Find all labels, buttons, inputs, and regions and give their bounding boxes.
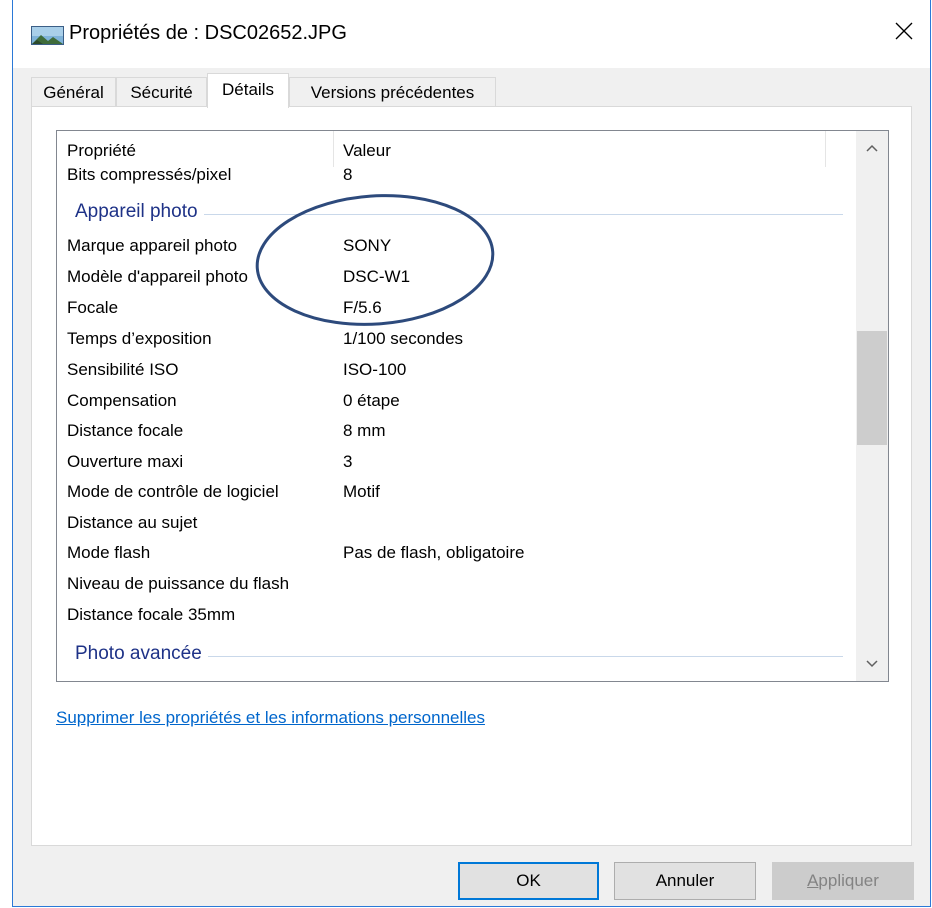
property-name: Distance au sujet (67, 513, 198, 532)
tab-details[interactable]: Détails (207, 73, 289, 108)
property-value: 1/100 secondes (343, 329, 464, 348)
property-value: 8 (343, 165, 353, 184)
list-item[interactable]: Modèle d'appareil photo DSC-W1 (57, 263, 857, 293)
list-item[interactable]: Niveau de puissance du flash (57, 570, 857, 600)
property-name: Sensibilité ISO (67, 360, 179, 379)
list-item[interactable]: Sensibilité ISO ISO-100 (57, 356, 857, 386)
tab-securite[interactable]: Sécurité (116, 77, 207, 107)
title-bar: Propriétés de : DSC02652.JPG (13, 0, 930, 68)
scroll-thumb[interactable] (857, 331, 887, 445)
button-label: Appliquer (807, 871, 879, 890)
chevron-up-icon (866, 139, 878, 157)
property-value: SONY (343, 236, 392, 255)
tab-label: Sécurité (130, 83, 193, 102)
scroll-down-button[interactable] (856, 647, 888, 681)
close-icon (895, 22, 913, 45)
scroll-up-button[interactable] (856, 131, 888, 165)
close-button[interactable] (878, 10, 930, 56)
property-value: DSC-W1 (343, 267, 411, 286)
property-value: 8 mm (343, 421, 386, 440)
property-name: Mode de contrôle de logiciel (67, 482, 279, 501)
property-value: 0 étape (343, 391, 400, 410)
tab-versions-precedentes[interactable]: Versions précédentes (289, 77, 496, 107)
list-item[interactable]: Ouverture maxi 3 (57, 448, 857, 478)
group-title: Appareil photo (75, 201, 204, 223)
tab-label: Général (43, 83, 104, 102)
column-header-value[interactable]: Valeur (343, 141, 391, 161)
group-header-advanced-photo[interactable]: Photo avancée (57, 641, 857, 671)
property-value: 3 (343, 452, 353, 471)
property-name: Distance focale 35mm (67, 605, 236, 624)
list-item[interactable]: Distance focale 35mm (57, 601, 857, 631)
button-label: Annuler (655, 871, 715, 890)
list-item[interactable]: Mode flash Pas de flash, obligatoire (57, 539, 857, 569)
property-value: F/5.6 (343, 298, 382, 317)
property-value: Motif (343, 482, 380, 501)
chevron-down-icon (866, 655, 878, 673)
property-value: ISO-100 (343, 360, 407, 379)
apply-button[interactable]: Appliquer (772, 862, 914, 900)
window-title: Propriétés de : DSC02652.JPG (69, 22, 347, 44)
tab-general[interactable]: Général (31, 77, 116, 107)
property-name: Ouverture maxi (67, 452, 184, 471)
button-label: OK (516, 871, 541, 890)
vertical-scrollbar[interactable] (856, 131, 888, 681)
remove-properties-link[interactable]: Supprimer les propriétés et les informat… (56, 708, 485, 728)
list-item[interactable]: Temps d’exposition 1/100 secondes (57, 325, 857, 355)
list-item[interactable]: Compensation 0 étape (57, 387, 857, 417)
property-name: Focale (67, 298, 119, 317)
property-name: Mode flash (67, 543, 151, 562)
list-item[interactable]: Marque appareil photo SONY (57, 232, 857, 262)
property-name: Marque appareil photo (67, 236, 238, 255)
property-name: Compensation (67, 391, 177, 410)
property-name: Bits compressés/pixel (67, 165, 232, 184)
property-name: Temps d’exposition (67, 329, 212, 348)
tab-label: Détails (222, 80, 274, 99)
tab-label: Versions précédentes (310, 83, 475, 102)
list-item[interactable]: Distance focale 8 mm (57, 417, 857, 447)
property-name: Niveau de puissance du flash (67, 574, 290, 593)
ok-button[interactable]: OK (458, 862, 599, 900)
group-title: Photo avancée (75, 643, 208, 665)
group-header-camera[interactable]: Appareil photo (57, 199, 857, 229)
list-item[interactable]: Distance au sujet (57, 509, 857, 539)
list-item[interactable]: Mode de contrôle de logiciel Motif (57, 478, 857, 508)
cancel-button[interactable]: Annuler (614, 862, 756, 900)
list-item[interactable]: Bits compressés/pixel 8 (57, 161, 857, 191)
list-item[interactable]: Focale F/5.6 (57, 294, 857, 324)
properties-list[interactable]: Propriété Valeur Bits compressés/pixel 8… (56, 130, 889, 682)
image-file-icon (31, 26, 64, 45)
property-name: Modèle d'appareil photo (67, 267, 248, 286)
property-name: Distance focale (67, 421, 184, 440)
column-header-property[interactable]: Propriété (67, 141, 136, 161)
property-value: Pas de flash, obligatoire (343, 543, 525, 562)
